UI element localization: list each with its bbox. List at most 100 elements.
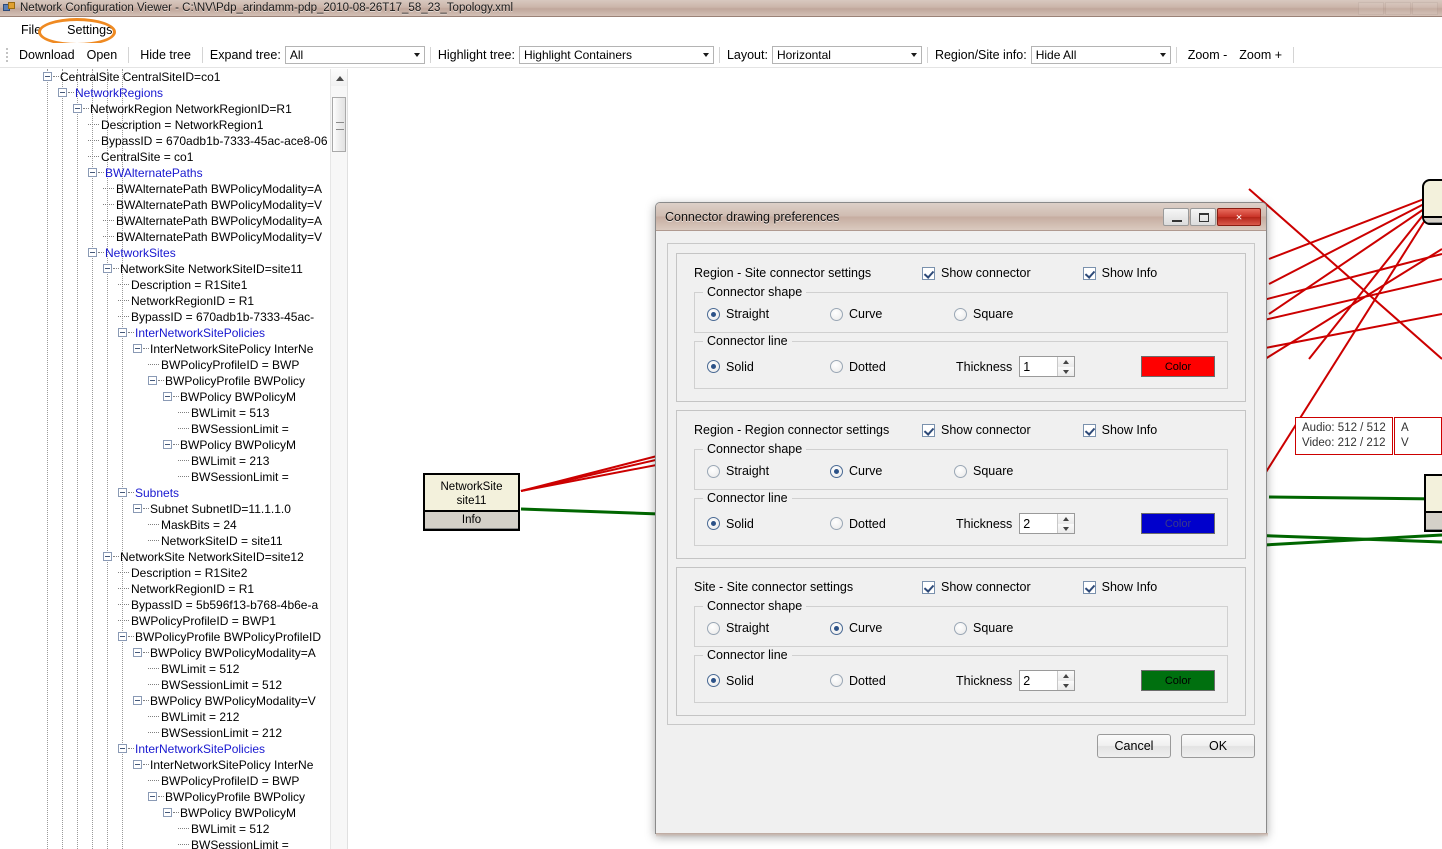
thickness-stepper[interactable]: 2 — [1019, 513, 1076, 534]
tree-collapse-icon[interactable] — [103, 264, 112, 273]
line-radio-dotted[interactable]: Dotted — [830, 517, 954, 531]
dialog-maximize-button[interactable] — [1190, 207, 1216, 226]
window-maximize-button[interactable] — [1385, 1, 1411, 15]
tree-collapse-icon[interactable] — [133, 760, 142, 769]
topology-node-lower-right-partial[interactable] — [1424, 474, 1442, 532]
line-radio-solid[interactable]: Solid — [707, 360, 830, 374]
stepper-buttons[interactable] — [1057, 514, 1075, 533]
tree-collapse-icon[interactable] — [133, 648, 142, 657]
shape-radio-straight[interactable]: Straight — [707, 307, 830, 321]
menu-item-settings[interactable]: Settings — [58, 21, 121, 39]
window-minimize-button[interactable] — [1358, 1, 1384, 15]
hide-tree-button[interactable]: Hide tree — [134, 46, 197, 64]
topology-node-info-button[interactable] — [1426, 511, 1442, 530]
tree-node-label: BypassID = 670adb1b-7333-45ac-ace8-06 — [101, 134, 328, 148]
expand-tree-dropdown[interactable]: All — [284, 46, 425, 64]
download-button[interactable]: Download — [13, 46, 81, 64]
thickness-value[interactable]: 2 — [1020, 671, 1057, 690]
shape-radio-curve[interactable]: Curve — [830, 621, 954, 635]
dialog-titlebar[interactable]: Connector drawing preferences × — [656, 203, 1266, 231]
line-radio-solid[interactable]: Solid — [707, 674, 830, 688]
window-controls[interactable] — [1357, 1, 1442, 15]
tree-collapse-icon[interactable] — [118, 488, 127, 497]
show-connector-checkbox[interactable]: Show connector — [922, 580, 1031, 594]
stepper-up-icon[interactable] — [1058, 514, 1075, 524]
tree-collapse-icon[interactable] — [133, 344, 142, 353]
stepper-up-icon[interactable] — [1058, 671, 1075, 681]
show-connector-checkbox[interactable]: Show connector — [922, 266, 1031, 280]
shape-radio-square[interactable]: Square — [954, 307, 1013, 321]
xml-tree-panel[interactable]: CentralSite CentralSiteID=co1 NetworkRegi… — [0, 69, 348, 849]
shape-radio-curve[interactable]: Curve — [830, 464, 954, 478]
show-info-checkbox[interactable]: Show Info — [1082, 580, 1157, 594]
window-close-button[interactable] — [1412, 1, 1438, 15]
cancel-button[interactable]: Cancel — [1097, 734, 1171, 758]
line-radio-dotted[interactable]: Dotted — [830, 360, 954, 374]
color-button[interactable]: Color — [1141, 356, 1215, 377]
tree-collapse-icon[interactable] — [103, 552, 112, 561]
stepper-buttons[interactable] — [1057, 357, 1075, 376]
tree-collapse-icon[interactable] — [58, 88, 67, 97]
shape-radio-square[interactable]: Square — [954, 464, 1013, 478]
shape-radio-curve[interactable]: Curve — [830, 307, 954, 321]
dialog-minimize-button[interactable] — [1163, 207, 1189, 226]
tree-collapse-icon[interactable] — [118, 632, 127, 641]
connector-line-fieldset: Connector line Solid Dotted Thickness — [694, 648, 1228, 703]
tree-collapse-icon[interactable] — [88, 248, 97, 257]
thickness-value[interactable]: 1 — [1020, 357, 1057, 376]
shape-radio-straight[interactable]: Straight — [707, 464, 830, 478]
tree-collapse-icon[interactable] — [118, 328, 127, 337]
menu-item-file[interactable]: File — [12, 21, 50, 39]
thickness-value[interactable]: 2 — [1020, 514, 1057, 533]
tree-collapse-icon[interactable] — [73, 104, 82, 113]
shape-radio-straight[interactable]: Straight — [707, 621, 830, 635]
stepper-buttons[interactable] — [1057, 671, 1075, 690]
show-info-checkbox[interactable]: Show Info — [1082, 423, 1157, 437]
tree-vertical-scrollbar[interactable] — [330, 69, 347, 849]
thickness-stepper[interactable]: 1 — [1019, 356, 1076, 377]
minimize-icon — [1172, 219, 1182, 222]
topology-node-site11[interactable]: NetworkSite site11 Info — [423, 473, 520, 531]
tree-collapse-icon[interactable] — [148, 376, 157, 385]
tree-collapse-icon[interactable] — [133, 696, 142, 705]
toolbar-grip-icon[interactable] — [3, 46, 11, 64]
show-connector-checkbox[interactable]: Show connector — [922, 423, 1031, 437]
tree-collapse-icon[interactable] — [163, 440, 172, 449]
shape-radio-square[interactable]: Square — [954, 621, 1013, 635]
topology-node-info-button[interactable] — [1424, 216, 1442, 223]
line-radio-solid[interactable]: Solid — [707, 517, 830, 531]
tree-collapse-icon[interactable] — [133, 504, 142, 513]
show-info-checkbox[interactable]: Show Info — [1082, 266, 1157, 280]
tree-collapse-icon[interactable] — [163, 808, 172, 817]
open-button[interactable]: Open — [81, 46, 124, 64]
tree-collapse-icon[interactable] — [43, 72, 52, 81]
zoom-out-button[interactable]: Zoom - — [1182, 46, 1234, 64]
connector-drawing-preferences-dialog[interactable]: Connector drawing preferences × Region -… — [655, 202, 1268, 837]
ok-button[interactable]: OK — [1181, 734, 1255, 758]
stepper-down-icon[interactable] — [1058, 366, 1075, 376]
topology-node-info-button[interactable]: Info — [425, 510, 518, 529]
tree-collapse-icon[interactable] — [148, 792, 157, 801]
tree-connector-dash — [178, 412, 189, 413]
stepper-down-icon[interactable] — [1058, 680, 1075, 690]
tree-node-label: BWLimit = 213 — [191, 454, 270, 468]
layout-dropdown[interactable]: Horizontal — [771, 46, 922, 64]
topology-node-right-partial[interactable]: N — [1422, 179, 1442, 225]
color-button[interactable]: Color — [1141, 513, 1215, 534]
scroll-up-arrow-icon[interactable] — [331, 69, 347, 86]
tree-guide-line — [92, 69, 93, 849]
stepper-up-icon[interactable] — [1058, 357, 1075, 367]
highlight-tree-dropdown[interactable]: Highlight Containers — [518, 46, 714, 64]
tree-collapse-icon[interactable] — [163, 392, 172, 401]
region-site-info-dropdown[interactable]: Hide All — [1030, 46, 1171, 64]
tree-collapse-icon[interactable] — [118, 744, 127, 753]
tree-collapse-icon[interactable] — [88, 168, 97, 177]
zoom-in-button[interactable]: Zoom + — [1233, 46, 1288, 64]
thickness-stepper[interactable]: 2 — [1019, 670, 1076, 691]
dialog-close-button[interactable]: × — [1217, 207, 1261, 226]
scrollbar-thumb[interactable] — [332, 97, 346, 152]
tree-node-label: BWPolicyProfile BWPolicy — [165, 790, 306, 804]
stepper-down-icon[interactable] — [1058, 523, 1075, 533]
color-button[interactable]: Color — [1141, 670, 1215, 691]
line-radio-dotted[interactable]: Dotted — [830, 674, 954, 688]
